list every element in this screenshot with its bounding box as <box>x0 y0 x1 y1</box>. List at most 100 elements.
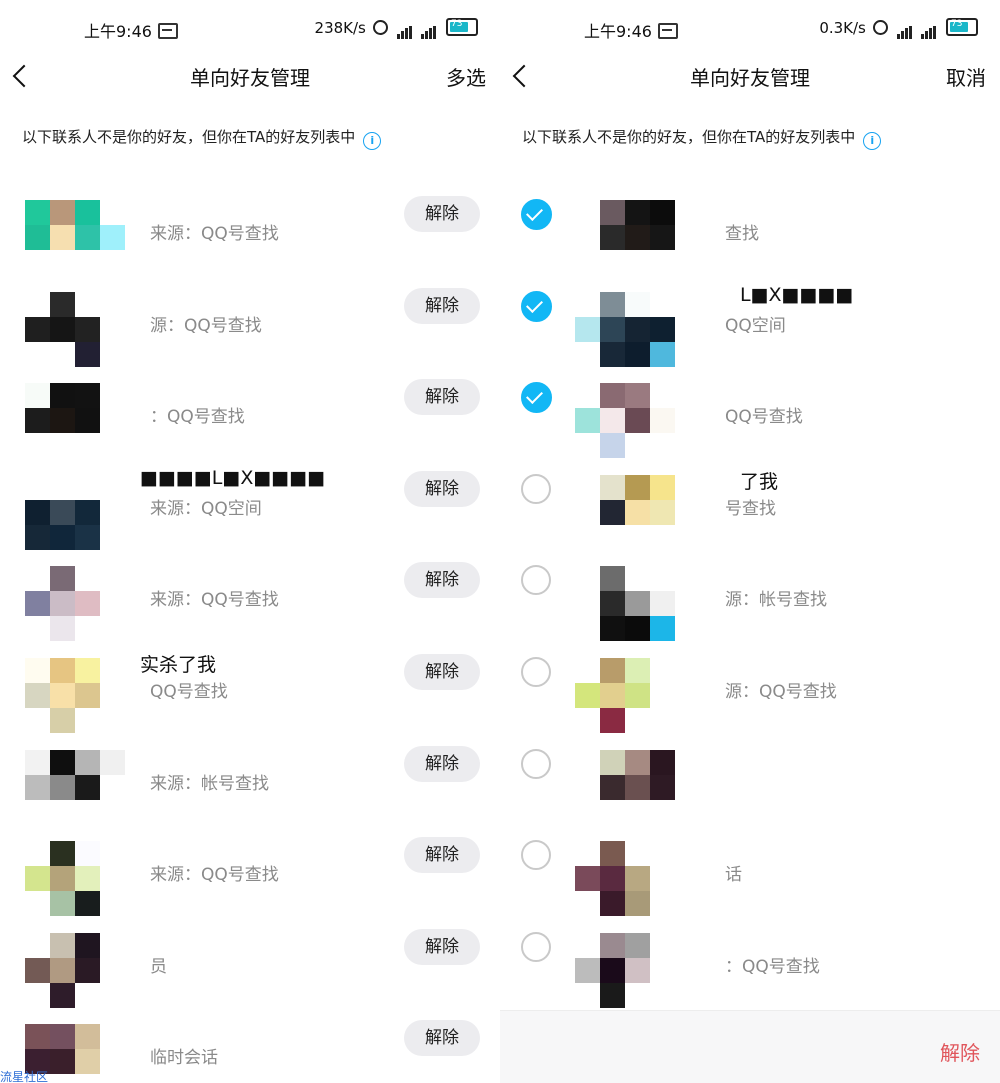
avatar <box>25 566 125 642</box>
unbind-button[interactable]: 解除 <box>404 745 480 782</box>
notice-text: 以下联系人不是你的好友，但你在TA的好友列表中 i <box>522 126 882 150</box>
friend-source: 查找 <box>725 224 759 244</box>
status-bar: 上午9:46 238K/s 73 <box>0 0 500 58</box>
page-title: 单向好友管理 <box>690 66 810 90</box>
list-item[interactable]: 来源：QQ号查找 解除 <box>0 196 500 292</box>
avatar <box>575 658 675 733</box>
friend-source: QQ号查找 <box>150 682 228 702</box>
avatar <box>575 932 675 1008</box>
friend-source: 源：QQ号查找 <box>150 315 262 336</box>
list-item[interactable]: ■■■■L■X■■■■ 来源：QQ空间 解除 <box>0 467 500 567</box>
list-item[interactable]: 来源：QQ号查找 解除 <box>0 837 500 933</box>
avatar <box>575 200 675 275</box>
avatar <box>25 200 125 275</box>
unbind-button[interactable]: 解除 <box>404 562 480 599</box>
unchecked-circle-icon[interactable] <box>521 748 551 779</box>
friend-source: ：QQ号查找 <box>150 407 245 428</box>
nav-bar: 单向好友管理 取消 <box>500 58 1000 94</box>
avatar <box>575 841 675 917</box>
unbind-button[interactable]: 解除 <box>404 1020 480 1057</box>
unbind-button[interactable]: 解除 <box>404 196 480 232</box>
avatar <box>25 749 125 825</box>
unchecked-circle-icon[interactable] <box>521 840 551 871</box>
friend-source: 来源：QQ号查找 <box>150 590 279 611</box>
status-bar: 上午9:46 0.3K/s 73 <box>500 0 1000 58</box>
signal-icon <box>397 21 413 39</box>
friend-source: 号查找 <box>725 498 776 519</box>
status-time: 上午9:46 <box>84 18 178 42</box>
battery-icon: 73 <box>946 18 978 36</box>
avatar <box>25 474 125 550</box>
list-item[interactable]: QQ号查找 <box>500 382 1000 475</box>
list-item[interactable]: 来源：QQ号查找 解除 <box>0 562 500 658</box>
unbind-button[interactable]: 解除 <box>404 470 480 507</box>
bottom-bar: 解除 <box>500 1010 1000 1083</box>
list-item[interactable]: L■X■■■■ QQ空间 <box>500 284 1000 384</box>
list-item[interactable]: 源：QQ号查找 <box>500 657 1000 750</box>
list-item[interactable]: 了我号查找 <box>500 471 1000 567</box>
friend-source: 来源：QQ号查找 <box>150 865 279 886</box>
page-title: 单向好友管理 <box>190 66 310 90</box>
list-item[interactable]: 话 <box>500 840 1000 933</box>
checked-circle-icon[interactable] <box>521 199 552 230</box>
list-item[interactable]: 源：QQ号查找 解除 <box>0 287 500 384</box>
friend-source: 临时会话 <box>150 1048 218 1069</box>
watermark: 流星社区 <box>0 1070 49 1083</box>
list-item[interactable]: ：QQ号查找 解除 <box>0 379 500 475</box>
nav-bar: 单向好友管理 多选 <box>0 58 500 94</box>
friend-source: 源：QQ号查找 <box>725 682 837 702</box>
alarm-icon <box>372 20 388 35</box>
friend-name: L■X■■■■ <box>740 283 854 306</box>
cancel-button[interactable]: 取消 <box>946 62 986 91</box>
list-item[interactable]: 员 解除 <box>0 928 500 1025</box>
unbind-button[interactable]: 解除 <box>404 287 480 324</box>
friend-source: 来源：QQ号查找 <box>150 224 279 244</box>
checked-circle-icon[interactable] <box>521 290 552 322</box>
left-screen: 上午9:46 238K/s 73 单向好友管理 多选 以下联系人不是你的好友，但… <box>0 0 500 1083</box>
avatar <box>25 841 125 917</box>
unbind-button[interactable]: 解除 <box>404 654 480 690</box>
list-item[interactable]: 临时会话 解除 <box>0 1020 500 1083</box>
avatar <box>575 749 675 825</box>
avatar <box>25 932 125 1008</box>
friend-source: QQ空间 <box>725 315 786 336</box>
info-icon[interactable]: i <box>863 132 882 150</box>
friend-source: 源：帐号查找 <box>725 590 827 611</box>
right-screen: 上午9:46 0.3K/s 73 单向好友管理 取消 以下联系人不是你的好友，但… <box>500 0 1000 1083</box>
unchecked-circle-icon[interactable] <box>521 657 551 687</box>
friend-source: 来源：帐号查找 <box>150 773 269 794</box>
friend-name: 了我 <box>740 470 779 493</box>
notice-text: 以下联系人不是你的好友，但你在TA的好友列表中 i <box>22 126 382 150</box>
battery-icon: 73 <box>446 18 478 36</box>
avatar <box>575 566 675 642</box>
friend-name: ■■■■L■X■■■■ <box>140 466 326 489</box>
unchecked-circle-icon[interactable] <box>521 931 551 962</box>
friend-source: 员 <box>150 956 167 977</box>
multi-select-button[interactable]: 多选 <box>446 62 486 91</box>
signal-icon <box>421 21 437 39</box>
list-item[interactable] <box>500 748 1000 842</box>
list-item[interactable]: 源：帐号查找 <box>500 565 1000 658</box>
friend-source: 来源：QQ空间 <box>150 498 262 519</box>
status-right: 238K/s 73 <box>315 18 478 39</box>
avatar <box>25 658 125 733</box>
unchecked-circle-icon[interactable] <box>521 473 551 504</box>
avatar <box>575 474 675 550</box>
unbind-button[interactable]: 解除 <box>404 928 480 965</box>
list-item[interactable]: 查找 <box>500 199 1000 292</box>
alarm-icon <box>872 20 888 35</box>
net-speed: 0.3K/s <box>819 19 866 37</box>
unbind-button[interactable]: 解除 <box>404 837 480 874</box>
bottom-unbind-button[interactable]: 解除 <box>940 1037 980 1066</box>
friend-source: ：QQ号查找 <box>725 956 820 977</box>
message-icon <box>657 23 678 39</box>
checked-circle-icon[interactable] <box>521 382 552 414</box>
info-icon[interactable]: i <box>363 132 382 150</box>
list-item[interactable]: 来源：帐号查找 解除 <box>0 745 500 842</box>
unchecked-circle-icon[interactable] <box>521 565 551 596</box>
avatar <box>575 383 675 459</box>
avatar <box>25 383 125 459</box>
status-right: 0.3K/s 73 <box>819 18 978 39</box>
list-item[interactable]: 实杀了我 QQ号查找 解除 <box>0 654 500 750</box>
unbind-button[interactable]: 解除 <box>404 379 480 416</box>
